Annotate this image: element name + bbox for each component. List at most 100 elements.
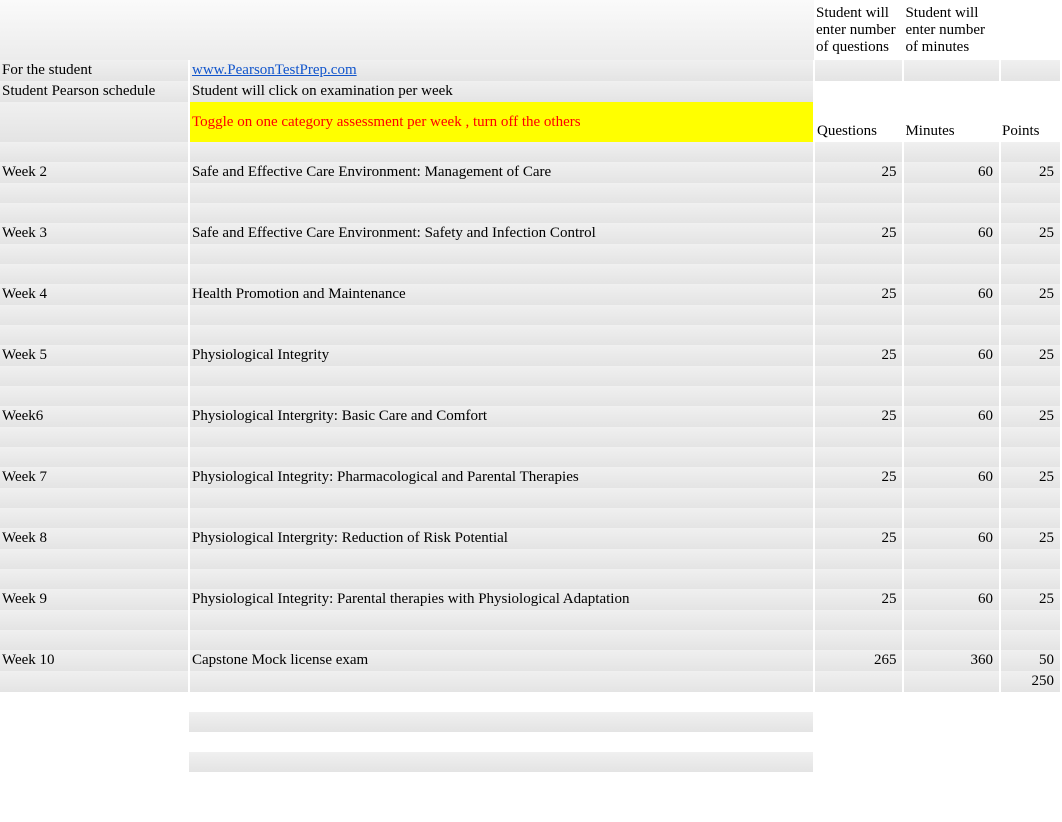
blank-cell (0, 671, 189, 692)
blank-cell (189, 692, 814, 712)
blank-cell (903, 630, 1000, 650)
schedule-label: Student Pearson schedule (0, 81, 189, 102)
blank-cell (0, 610, 189, 630)
blank-cell (189, 569, 814, 589)
questions-cell: 25 (814, 467, 903, 488)
pearson-url[interactable]: www.PearsonTestPrep.com (189, 60, 814, 81)
questions-cell: 25 (814, 589, 903, 610)
week-label: Week 2 (0, 162, 189, 183)
blank-cell (903, 569, 1000, 589)
blank-cell (903, 183, 1000, 203)
blank-cell (1000, 183, 1061, 203)
table-row: Week 3Safe and Effective Care Environmen… (0, 223, 1061, 244)
blank-cell (189, 549, 814, 569)
questions-cell: 25 (814, 223, 903, 244)
blank-cell (814, 752, 903, 772)
blank-cell (814, 264, 903, 284)
schedule-table: Student will enter number of questions S… (0, 0, 1062, 772)
blank-cell (0, 305, 189, 325)
blank-cell (189, 630, 814, 650)
blank-cell (814, 488, 903, 508)
blank-cell (903, 712, 1000, 732)
topic-cell: Safe and Effective Care Environment: Man… (189, 162, 814, 183)
blank-cell (189, 183, 814, 203)
blank-cell (814, 732, 903, 752)
blank-cell (814, 60, 903, 81)
blank-cell (814, 244, 903, 264)
blank-cell (0, 366, 189, 386)
blank-cell (814, 203, 903, 223)
blank-cell (0, 630, 189, 650)
questions-cell: 25 (814, 528, 903, 549)
total-row: 250 (0, 671, 1061, 692)
topic-cell: Physiological Intergrity: Reduction of R… (189, 528, 814, 549)
topic-cell: Physiological Integrity: Pharmacological… (189, 467, 814, 488)
minutes-cell: 60 (903, 406, 1000, 427)
blank-cell (814, 325, 903, 345)
blank-cell (0, 549, 189, 569)
points-cell: 25 (1000, 345, 1061, 366)
minutes-cell: 60 (903, 162, 1000, 183)
topic-cell: Physiological Intergrity: Basic Care and… (189, 406, 814, 427)
blank-cell (903, 508, 1000, 528)
table-row: Week 5Physiological Integrity256025 (0, 345, 1061, 366)
blank-cell (0, 264, 189, 284)
blank-cell (814, 508, 903, 528)
blank-cell (814, 692, 903, 712)
points-cell: 25 (1000, 223, 1061, 244)
blank-cell (814, 569, 903, 589)
blank-cell (189, 488, 814, 508)
blank-cell (1000, 692, 1061, 712)
topic-cell: Safe and Effective Care Environment: Saf… (189, 223, 814, 244)
week-label: Week 9 (0, 589, 189, 610)
minutes-cell: 60 (903, 223, 1000, 244)
blank-cell (1000, 427, 1061, 447)
blank-cell (1000, 752, 1061, 772)
blank-cell (903, 671, 1000, 692)
blank-cell (1000, 305, 1061, 325)
blank-cell (0, 386, 189, 406)
week-label: Week 8 (0, 528, 189, 549)
blank-cell (189, 305, 814, 325)
blank-cell (814, 366, 903, 386)
blank-cell (0, 508, 189, 528)
blank-cell (189, 325, 814, 345)
week-label: Week6 (0, 406, 189, 427)
blank-cell (0, 732, 189, 752)
questions-cell: 25 (814, 406, 903, 427)
blank-cell (903, 264, 1000, 284)
blank-cell (0, 0, 189, 60)
blank-cell (189, 610, 814, 630)
blank-cell (1000, 630, 1061, 650)
blank-cell (189, 752, 814, 772)
week-label: Week 3 (0, 223, 189, 244)
points-cell: 50 (1000, 650, 1061, 671)
blank-cell (903, 386, 1000, 406)
questions-cell: 25 (814, 284, 903, 305)
blank-cell (189, 447, 814, 467)
blank-cell (814, 447, 903, 467)
blank-cell (189, 0, 814, 60)
blank-cell (1000, 549, 1061, 569)
blank-cell (189, 712, 814, 732)
questions-cell: 25 (814, 162, 903, 183)
col-header-questions: Student will enter number of questions (814, 0, 903, 60)
blank-cell (903, 610, 1000, 630)
blank-cell (0, 427, 189, 447)
minutes-cell: 360 (903, 650, 1000, 671)
blank-cell (903, 752, 1000, 772)
minutes-cell: 60 (903, 345, 1000, 366)
points-cell: 25 (1000, 162, 1061, 183)
blank-cell (189, 427, 814, 447)
blank-cell (0, 325, 189, 345)
blank-cell (189, 264, 814, 284)
blank-cell (903, 366, 1000, 386)
for-student-label: For the student (0, 60, 189, 81)
week-label: Week 10 (0, 650, 189, 671)
minutes-cell: 60 (903, 284, 1000, 305)
blank-cell (1000, 386, 1061, 406)
points-cell: 25 (1000, 467, 1061, 488)
blank-cell (0, 692, 189, 712)
points-cell: 25 (1000, 528, 1061, 549)
blank-cell (189, 203, 814, 223)
